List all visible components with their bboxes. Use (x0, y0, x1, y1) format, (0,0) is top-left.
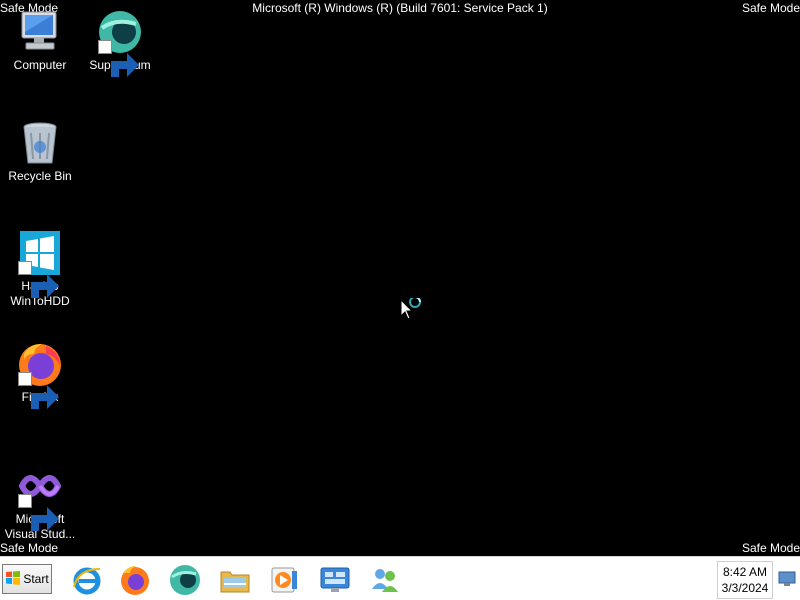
windows-logo-icon (5, 570, 21, 589)
shortcut-arrow-icon (18, 372, 59, 409)
wintohdd-icon (16, 229, 64, 298)
visual-studio-icon (16, 462, 64, 531)
taskbar-internet-explorer[interactable] (70, 563, 104, 597)
computer-icon (16, 8, 64, 56)
desktop-icon-computer[interactable]: Computer (0, 8, 80, 73)
taskbar-media-player[interactable] (268, 563, 302, 597)
desktop-icon-label: Recycle Bin (8, 169, 72, 183)
folder-icon (220, 571, 250, 593)
safe-mode-label-bottom-left: Safe Mode (0, 541, 59, 555)
internet-explorer-icon (73, 567, 101, 595)
firefox-icon (16, 340, 64, 409)
firefox-icon (121, 566, 149, 595)
show-desktop-button[interactable] (778, 571, 796, 587)
desktop-icon-wintohdd[interactable]: Hasleo WinToHDD (0, 229, 80, 309)
clock-time: 8:42 AM (722, 565, 768, 579)
users-icon (372, 569, 398, 592)
desktop-icon-supermium[interactable]: Supermium (80, 8, 160, 77)
supermium-icon (96, 8, 144, 77)
monitor-icon (778, 571, 796, 586)
taskbar-file-explorer[interactable] (218, 563, 252, 597)
start-button[interactable]: Start (2, 564, 52, 594)
media-player-icon (271, 567, 297, 593)
taskbar-firefox[interactable] (118, 563, 152, 597)
clock-date: 3/3/2024 (721, 581, 769, 595)
desktop-icon-visual-studio[interactable]: Microsoft Visual Stud... (0, 462, 80, 542)
start-label: Start (23, 572, 49, 586)
busy-cursor-icon (399, 296, 425, 327)
safe-mode-label-bottom-right: Safe Mode (741, 541, 800, 555)
control-panel-icon (320, 567, 350, 592)
taskbar-network-users[interactable] (368, 563, 402, 597)
system-clock[interactable]: 8:42 AM 3/3/2024 (717, 561, 773, 599)
desktop-icon-firefox[interactable]: Firefox (0, 340, 80, 409)
shortcut-arrow-icon (18, 494, 59, 531)
taskbar-control-panel[interactable] (318, 563, 352, 597)
safe-mode-label-top-right: Safe Mode (741, 1, 800, 15)
desktop-icon-label: Computer (13, 58, 67, 72)
taskbar: Start 8:42 AM 3/3/2024 (0, 556, 800, 600)
shortcut-arrow-icon (18, 261, 59, 298)
shortcut-arrow-icon (98, 40, 139, 77)
supermium-icon (170, 565, 200, 595)
recycle-bin-icon (16, 119, 64, 167)
desktop[interactable]: Safe Mode Microsoft (R) Windows (R) (Bui… (0, 0, 800, 556)
desktop-icon-recycle-bin[interactable]: Recycle Bin (0, 119, 80, 184)
taskbar-supermium[interactable] (168, 563, 202, 597)
